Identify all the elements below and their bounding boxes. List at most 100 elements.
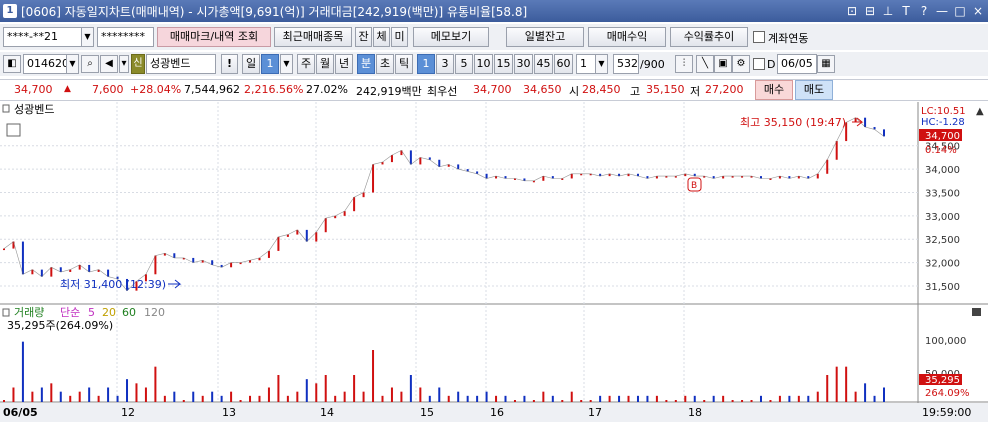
password-field[interactable]: ******** [97, 27, 154, 47]
maximize-icon[interactable]: □ [954, 3, 966, 19]
volume-bar [315, 383, 318, 402]
price-candle [835, 141, 838, 160]
daily-balance-button[interactable]: 일별잔고 [506, 27, 584, 47]
period-tick[interactable]: 틱 [395, 54, 413, 74]
help-icon[interactable]: ? [918, 3, 930, 19]
volume-bar [201, 395, 204, 402]
volume-bar [570, 391, 573, 402]
bar-count-input[interactable]: 532 [613, 54, 639, 74]
volume-bar [618, 395, 621, 402]
minute-3[interactable]: 3 [436, 54, 454, 74]
stock-chart[interactable]: 성광벤드 31,500 32,000 32,500 33,000 33,500 34,00… [0, 102, 988, 422]
custom-period-input[interactable]: 1 [576, 54, 596, 74]
link-icon[interactable]: ⊡ [846, 3, 858, 19]
date-filter-checkbox[interactable] [753, 58, 765, 70]
account-dropdown-icon[interactable]: ▼ [81, 27, 94, 47]
best-bid-price: 34,650 [523, 83, 562, 96]
custom-period-dropdown-icon[interactable]: ▼ [595, 54, 608, 74]
tab-jan[interactable]: 잔 [355, 27, 372, 47]
pin-icon[interactable]: ⊥ [882, 3, 894, 19]
x-label-15: 15 [420, 406, 434, 419]
code-dropdown-icon[interactable]: ▼ [66, 54, 79, 74]
data-window-icon[interactable] [6, 123, 21, 137]
period-week[interactable]: 주 [297, 54, 315, 74]
buy-button[interactable]: 매수 [755, 80, 793, 100]
text-icon[interactable]: T [900, 3, 912, 19]
account-select[interactable]: ****-**21 [3, 27, 83, 47]
low-price: 27,200 [705, 83, 744, 96]
minute-60[interactable]: 60 [554, 54, 573, 74]
volume-bar [457, 391, 460, 402]
window-number[interactable]: 1 [3, 4, 17, 18]
price-change: 7,600 [92, 83, 124, 96]
price-candle [107, 269, 110, 277]
x-label-17: 17 [588, 406, 602, 419]
minute-30[interactable]: 30 [514, 54, 533, 74]
recent-trades-button[interactable]: 최근매매종목 [274, 27, 352, 47]
period-year[interactable]: 년 [335, 54, 353, 74]
volume-bar [750, 400, 753, 402]
price-candle [864, 117, 867, 128]
high-price: 35,150 [646, 83, 685, 96]
scroll-up-icon[interactable]: ▲ [976, 106, 984, 117]
volume-bar [267, 387, 270, 402]
trade-profit-button[interactable]: 매매수익 [588, 27, 666, 47]
volume-indicator-name: 거래량 [14, 306, 44, 319]
period-month[interactable]: 월 [316, 54, 334, 74]
stock-name-field[interactable]: 성광벤드 [146, 54, 216, 74]
minute-15[interactable]: 15 [494, 54, 513, 74]
period-second[interactable]: 초 [376, 54, 394, 74]
memo-button[interactable]: 메모보기 [413, 27, 489, 47]
high-annotation: 최고 35,150 (19:47) [740, 116, 846, 129]
volume-bar [447, 395, 450, 402]
minute-10[interactable]: 10 [474, 54, 493, 74]
volume-bar [296, 391, 299, 402]
x-label-13: 13 [222, 406, 236, 419]
open-label: 시 [569, 85, 580, 98]
chart-menu-icon[interactable]: ◧ [3, 55, 21, 73]
calendar-icon[interactable]: ▦ [817, 55, 835, 73]
volume-bar [324, 375, 327, 402]
volume-bar [665, 400, 668, 402]
volume-bar [759, 395, 762, 402]
price-candle [3, 248, 5, 251]
alert-button[interactable]: ! [221, 54, 238, 74]
volume-panel-close-icon[interactable] [972, 308, 981, 316]
volume-bar [873, 395, 876, 402]
period-minute[interactable]: 분 [357, 54, 375, 74]
volume-value: 7,544,962 [184, 83, 240, 96]
period-dropdown-icon[interactable]: ▼ [280, 54, 293, 74]
tab-che[interactable]: 체 [373, 27, 390, 47]
volume-bar [580, 400, 583, 402]
period-num-button[interactable]: 1 [261, 54, 279, 74]
search-icon[interactable]: ⌕ [81, 55, 99, 73]
speaker-dropdown-icon[interactable]: ▾ [119, 55, 129, 73]
date-input[interactable]: 06/05 [777, 54, 817, 74]
volume-bar [864, 383, 867, 402]
minute-45[interactable]: 45 [534, 54, 553, 74]
volume-bar [674, 400, 677, 402]
price-candle [570, 173, 573, 179]
tab-mi[interactable]: 미 [391, 27, 408, 47]
speaker-icon[interactable]: ◀ [100, 55, 118, 73]
volume-bar [504, 395, 507, 402]
candle-style-icon[interactable]: ⫶ [675, 55, 693, 73]
close-icon[interactable]: × [972, 3, 984, 19]
volume-bar [126, 379, 129, 402]
volume-bar [797, 395, 800, 402]
settings-gear-icon[interactable]: ⚙ [732, 55, 750, 73]
trade-mark-button[interactable]: 매매마크/내역 조회 [157, 27, 271, 47]
price-candle [324, 218, 327, 233]
split-icon[interactable]: ⊟ [864, 3, 876, 19]
price-candle [438, 159, 441, 167]
sell-button[interactable]: 매도 [795, 80, 833, 100]
period-il-button[interactable]: 일 [242, 54, 260, 74]
draw-tool-icon[interactable]: ╲ [696, 55, 714, 73]
save-icon[interactable]: ▣ [714, 55, 732, 73]
profit-trend-button[interactable]: 수익률추이 [670, 27, 748, 47]
volume-bar [466, 395, 469, 402]
minute-1[interactable]: 1 [417, 54, 435, 74]
minute-5[interactable]: 5 [455, 54, 473, 74]
account-link-checkbox[interactable] [753, 31, 765, 43]
minimize-icon[interactable]: — [936, 3, 948, 19]
